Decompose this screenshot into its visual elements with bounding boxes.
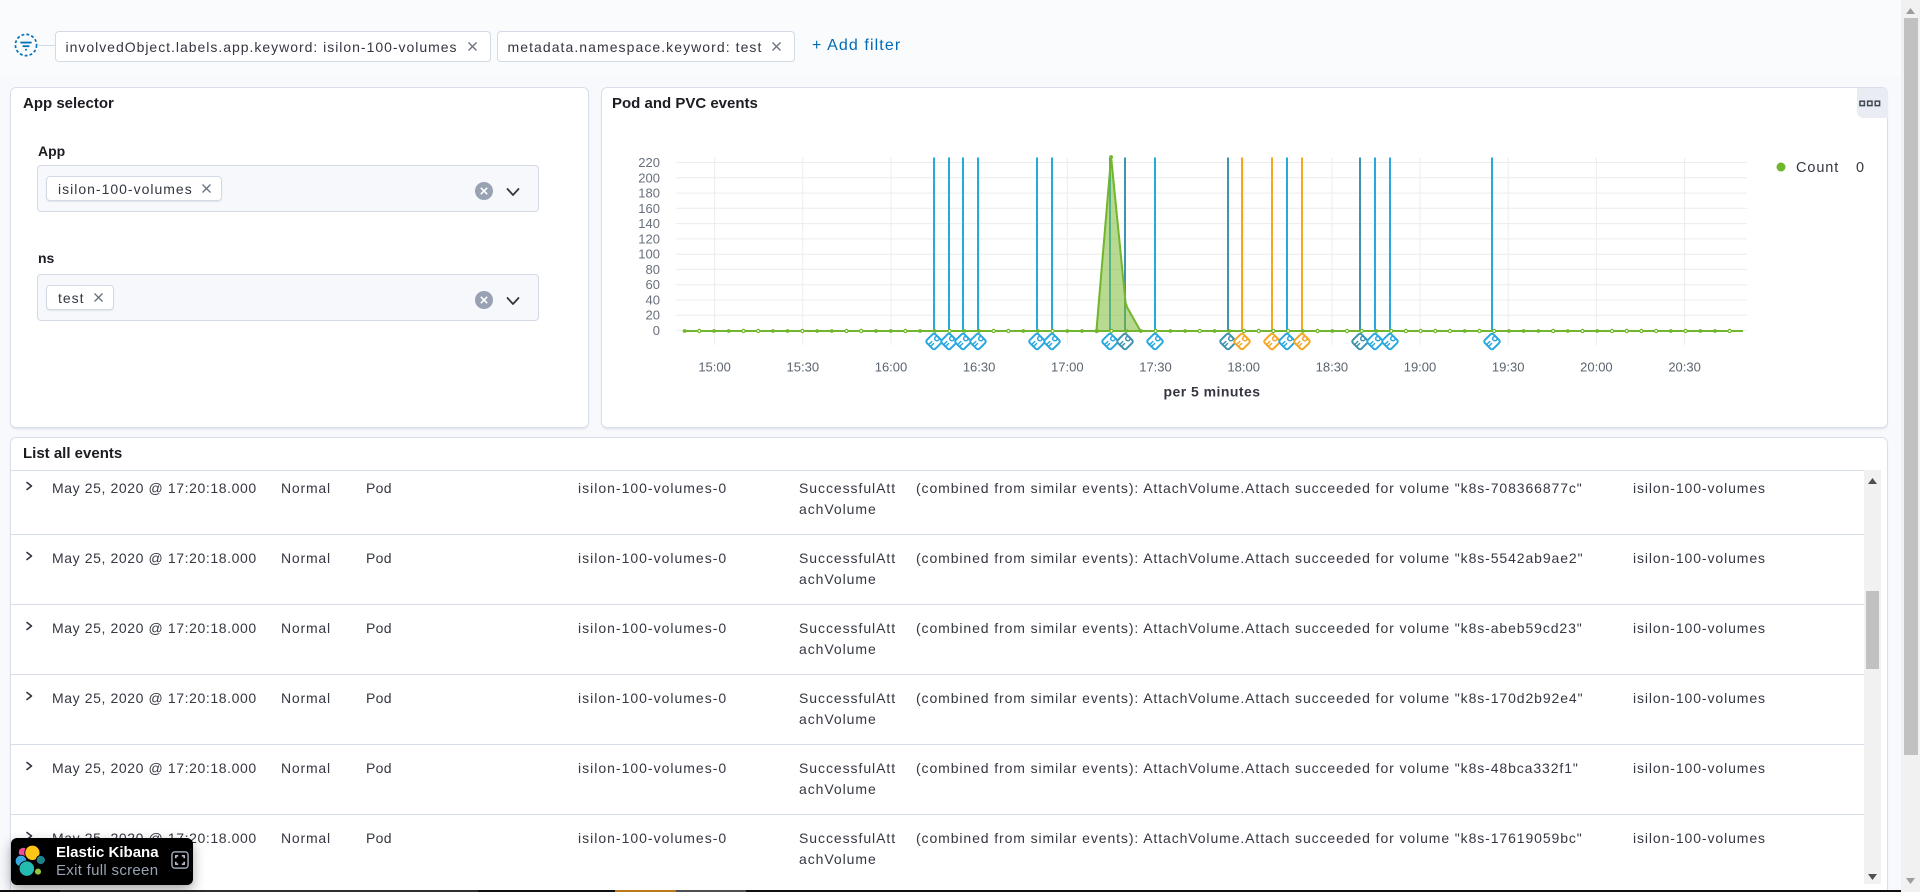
svg-text:120: 120 [638,231,660,246]
svg-text:20: 20 [646,308,660,323]
svg-text:18:30: 18:30 [1316,359,1349,374]
svg-text:180: 180 [638,186,660,201]
svg-text:40: 40 [646,293,660,308]
svg-text:16:30: 16:30 [963,359,996,374]
svg-text:100: 100 [638,247,660,262]
svg-text:20:00: 20:00 [1580,359,1613,374]
svg-text:Count: Count [1796,160,1839,176]
svg-text:16:00: 16:00 [875,359,908,374]
svg-text:18:00: 18:00 [1227,359,1260,374]
svg-text:0: 0 [1856,160,1864,176]
svg-text:15:00: 15:00 [698,359,731,374]
svg-text:160: 160 [638,201,660,216]
svg-text:20:30: 20:30 [1668,359,1701,374]
svg-text:per 5 minutes: per 5 minutes [1164,384,1261,400]
svg-text:60: 60 [646,277,660,292]
svg-text:19:00: 19:00 [1404,359,1437,374]
svg-text:140: 140 [638,216,660,231]
svg-text:17:00: 17:00 [1051,359,1084,374]
svg-text:17:30: 17:30 [1139,359,1172,374]
svg-text:19:30: 19:30 [1492,359,1525,374]
svg-text:80: 80 [646,262,660,277]
svg-text:0: 0 [653,323,660,338]
svg-text:200: 200 [638,170,660,185]
svg-text:220: 220 [638,155,660,170]
svg-text:15:30: 15:30 [787,359,820,374]
